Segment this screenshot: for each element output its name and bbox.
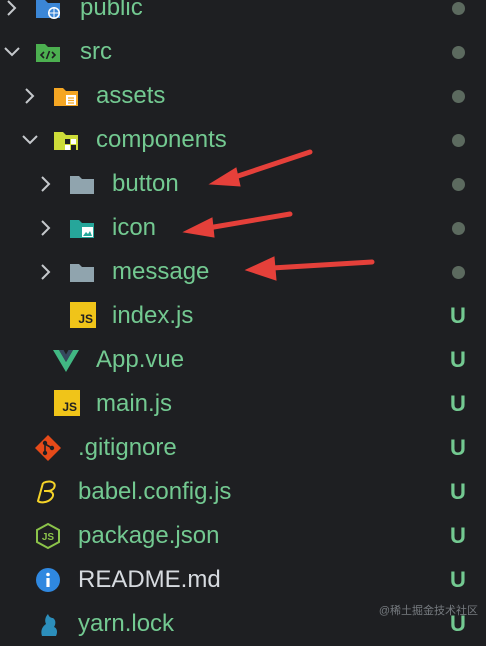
tree-item-label: public [80,0,143,21]
git-icon [35,435,61,461]
js-file-icon: JS [70,302,96,328]
tree-item-readme[interactable]: README.md U [0,558,486,602]
untracked-status: U [450,303,466,328]
tree-item-label: button [112,170,179,197]
tree-item-message[interactable]: message [0,250,486,294]
untracked-status: U [450,391,466,416]
info-icon [36,568,60,592]
tree-item-index-js[interactable]: JS index.js U [0,294,486,338]
components-folder-icon [54,132,78,150]
svg-text:JS: JS [42,532,55,543]
assets-folder-icon [54,88,78,106]
tree-item-label: .gitignore [78,434,177,461]
tree-item-main-js[interactable]: JS main.js U [0,382,486,426]
public-folder-icon [36,0,60,19]
modified-dot [452,46,465,59]
folder-icon [70,264,94,282]
tree-item-label: README.md [78,566,221,593]
tree-item-label: main.js [96,390,173,417]
watermark: @稀土掘金技术社区 [378,605,478,617]
chevron-right-icon[interactable] [36,218,56,238]
tree-item-package-json[interactable]: JS package.json U [0,514,486,558]
chevron-down-icon[interactable] [2,42,22,62]
tree-item-src[interactable]: src [0,30,486,74]
chevron-down-icon[interactable] [20,130,40,150]
nodejs-icon: JS [36,522,60,550]
tree-item-label: src [80,38,112,65]
tree-item-public[interactable]: public [0,0,486,30]
chevron-right-icon[interactable] [2,0,22,18]
untracked-status: U [450,479,466,504]
js-file-icon: JS [54,390,80,416]
modified-dot [452,178,465,191]
tree-item-components[interactable]: components [0,118,486,162]
tree-item-label: message [112,258,210,285]
vue-icon [53,350,79,372]
folder-icon [70,176,94,194]
chevron-right-icon[interactable] [36,174,56,194]
untracked-status: U [450,523,466,548]
tree-item-label: components [96,126,227,153]
tree-item-label: icon [112,214,157,241]
tree-item-assets[interactable]: assets [0,74,486,118]
tree-item-label: App.vue [96,346,185,373]
chevron-right-icon[interactable] [20,86,40,106]
untracked-status: U [450,435,466,460]
modified-dot [452,2,465,15]
tree-item-label: assets [96,82,166,109]
src-folder-icon [36,44,60,62]
tree-item-label: package.json [78,522,220,549]
chevron-right-icon[interactable] [36,262,56,282]
tree-item-label: yarn.lock [78,610,175,637]
tree-item-icon[interactable]: icon [0,206,486,250]
babel-icon [36,480,56,504]
yarn-icon [41,614,58,636]
modified-dot [452,222,465,235]
modified-dot [452,90,465,103]
modified-dot [452,134,465,147]
tree-item-label: babel.config.js [78,478,232,505]
images-folder-icon [70,220,94,238]
tree-item-app-vue[interactable]: App.vue U [0,338,486,382]
tree-item-button[interactable]: button [0,162,486,206]
untracked-status: U [450,347,466,372]
tree-item-label: index.js [112,302,194,329]
untracked-status: U [450,567,466,592]
tree-item-babel-config[interactable]: babel.config.js U [0,470,486,514]
modified-dot [452,266,465,279]
tree-item-gitignore[interactable]: .gitignore U [0,426,486,470]
